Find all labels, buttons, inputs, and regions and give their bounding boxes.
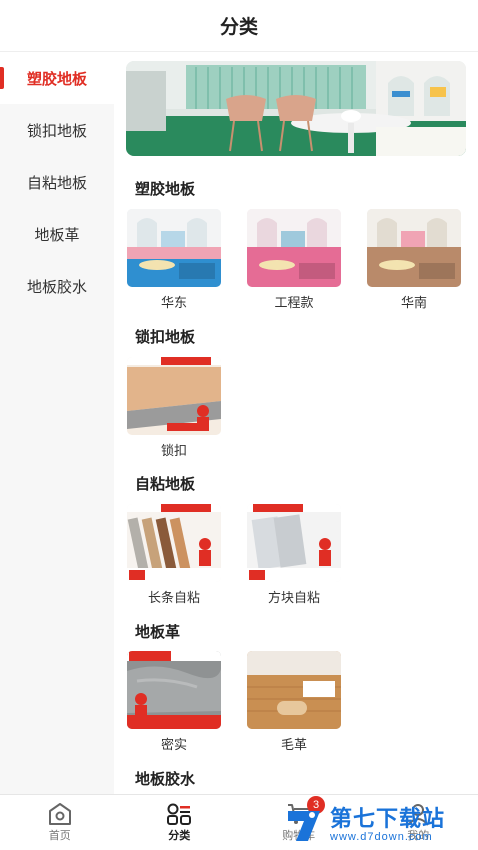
product-card[interactable]: 工程款: [247, 209, 341, 311]
product-thumbnail: [127, 651, 221, 729]
watermark-title: 第七下载站: [330, 806, 446, 831]
site-watermark: 第七下载站 www.d7down.com: [282, 800, 478, 850]
home-icon: [48, 803, 71, 825]
section-title-floor-leather: 地板革: [135, 624, 181, 641]
sidebar-item-label: 塑胶地板: [26, 70, 87, 88]
product-thumbnail: [367, 209, 461, 287]
category-content: 塑胶地板 华东 工程款 华南 锁扣地板 锁扣 自粘地板 长条自粘 方块自粘 地板…: [114, 52, 478, 794]
product-card[interactable]: 华南: [367, 209, 461, 311]
tab-label: 分类: [168, 830, 191, 842]
sidebar-item-lock-floor[interactable]: 锁扣地板: [0, 104, 114, 156]
product-card[interactable]: 华东: [127, 209, 221, 311]
category-icon: [167, 803, 192, 825]
product-card[interactable]: 锁扣: [127, 357, 221, 459]
sidebar-item-self-adhesive-floor[interactable]: 自粘地板: [0, 156, 114, 208]
product-thumbnail: [127, 209, 221, 287]
page-header: 分类: [0, 0, 478, 52]
product-card[interactable]: 毛革: [247, 651, 341, 753]
sidebar-item-floor-leather[interactable]: 地板革: [0, 208, 114, 260]
product-thumbnail: [247, 504, 341, 582]
tab-label: 首页: [48, 830, 71, 842]
sidebar-item-floor-glue[interactable]: 地板胶水: [0, 260, 114, 312]
sidebar-item-label: 自粘地板: [26, 174, 87, 192]
product-card[interactable]: 长条自粘: [127, 504, 221, 606]
section-title-floor-glue: 地板胶水: [135, 771, 196, 788]
product-thumbnail: [247, 651, 341, 729]
sidebar-item-label: 锁扣地板: [26, 122, 87, 140]
product-label: 锁扣: [160, 443, 187, 458]
product-thumbnail: [127, 504, 221, 582]
product-card[interactable]: 方块自粘: [247, 504, 341, 606]
product-thumbnail: [127, 357, 221, 435]
tab-category[interactable]: 分类: [120, 795, 240, 850]
banner-image: [126, 61, 466, 156]
watermark-url: www.d7down.com: [330, 831, 433, 843]
product-label: 毛革: [280, 737, 307, 752]
section-title-lock-floor: 锁扣地板: [135, 329, 196, 346]
product-label: 方块自粘: [267, 590, 320, 605]
product-label: 华东: [160, 295, 187, 310]
section-title-self-adhesive-floor: 自粘地板: [135, 476, 196, 493]
category-sidebar: 塑胶地板 锁扣地板 自粘地板 地板革 地板胶水: [0, 52, 114, 794]
section-title-plastic-floor: 塑胶地板: [135, 181, 196, 198]
promo-banner[interactable]: [126, 61, 466, 156]
sidebar-item-label: 地板胶水: [26, 278, 87, 296]
watermark-logo-icon: [288, 811, 320, 841]
tab-home[interactable]: 首页: [0, 795, 120, 850]
product-label: 工程款: [274, 295, 314, 310]
product-label: 华南: [400, 295, 427, 310]
sidebar-item-label: 地板革: [34, 226, 80, 244]
page-title: 分类: [219, 17, 258, 38]
product-label: 长条自粘: [147, 590, 200, 605]
product-label: 密实: [160, 737, 187, 752]
sidebar-item-plastic-floor[interactable]: 塑胶地板: [0, 52, 114, 104]
product-thumbnail: [247, 209, 341, 287]
product-card[interactable]: 密实: [127, 651, 221, 753]
